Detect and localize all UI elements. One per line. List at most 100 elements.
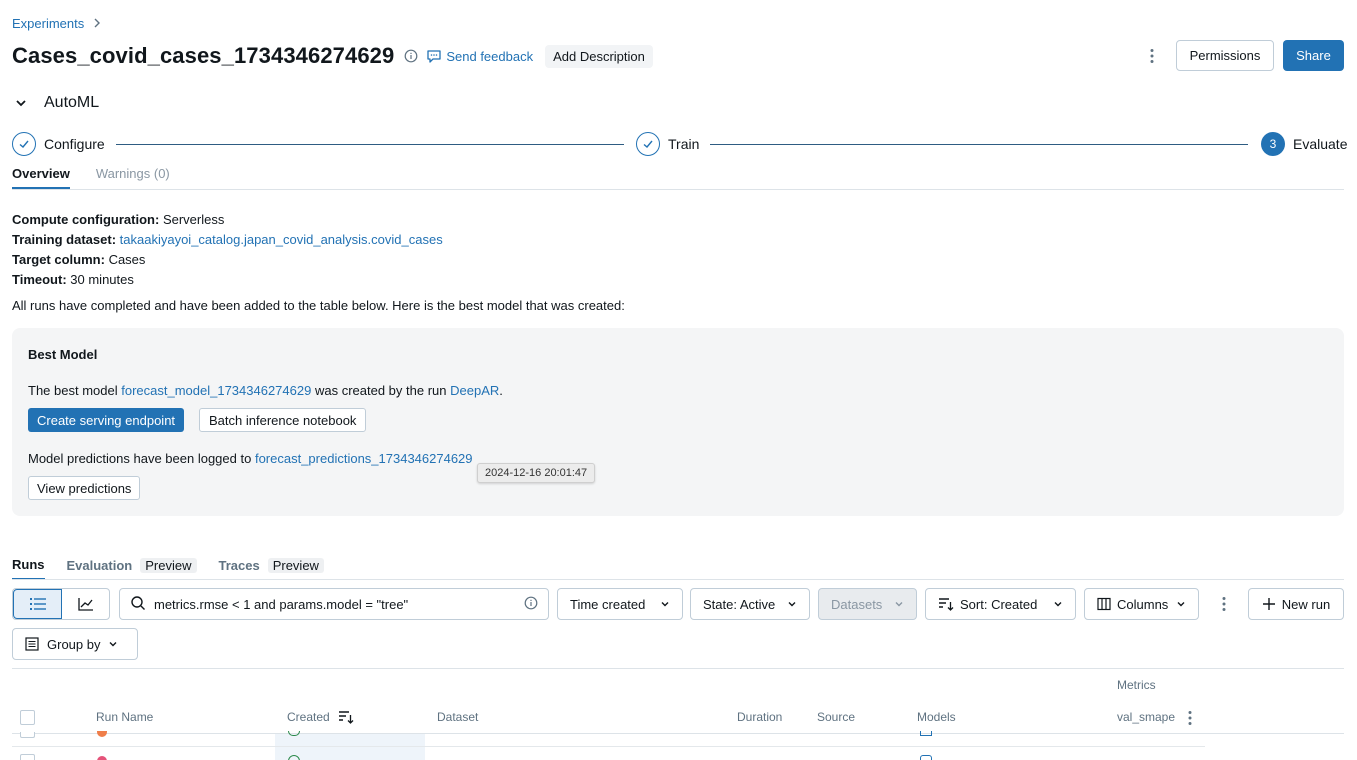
new-run-button[interactable]: New run [1248, 588, 1344, 620]
compute-label: Compute configuration: [12, 212, 160, 227]
permissions-button[interactable]: Permissions [1176, 40, 1274, 71]
metrics-group-header: Metrics [1117, 678, 1156, 692]
send-feedback-label: Send feedback [446, 48, 534, 64]
dataset-label: Training dataset: [12, 232, 117, 247]
state-label: State: Active [703, 596, 776, 612]
list-icon [25, 637, 39, 651]
created-label: Created [287, 710, 330, 724]
create-serving-endpoint-button[interactable]: Create serving endpoint [28, 408, 185, 432]
tab-runs-label: Runs [12, 557, 45, 572]
batch-inference-notebook-button[interactable]: Batch inference notebook [199, 408, 367, 432]
datasets-label: Datasets [831, 596, 883, 612]
datasets-dropdown[interactable]: Datasets [818, 588, 917, 620]
sort-descending-icon[interactable] [338, 710, 354, 724]
columns-dropdown[interactable]: Columns [1084, 588, 1199, 620]
column-header-created[interactable]: Created [287, 710, 354, 724]
compute-value: Serverless [162, 212, 225, 227]
group-by-label: Group by [47, 636, 101, 652]
more-options-icon[interactable] [1212, 592, 1236, 616]
state-dropdown[interactable]: State: Active [690, 588, 810, 620]
breadcrumb-experiments-link[interactable]: Experiments [12, 16, 84, 31]
run-color-dot [97, 756, 107, 760]
column-header-source[interactable]: Source [817, 710, 855, 724]
select-all-checkbox[interactable] [20, 710, 35, 725]
tab-warnings[interactable]: Warnings (0) [96, 166, 170, 189]
model-link[interactable]: forecast_model_1734346274629 [121, 383, 311, 398]
timestamp-tooltip: 2024-12-16 20:01:47 [477, 463, 596, 483]
time-created-dropdown[interactable]: Time created [557, 588, 683, 620]
search-icon [130, 595, 146, 614]
sort-dropdown[interactable]: Sort: Created [925, 588, 1076, 620]
chevron-down-icon [1054, 602, 1062, 607]
target-value: Cases [108, 252, 146, 267]
best-model-description: The best model forecast_model_1734346274… [28, 383, 503, 398]
predictions-link[interactable]: forecast_predictions_1734346274629 [255, 451, 473, 466]
column-header-models[interactable]: Models [917, 710, 956, 724]
column-header-duration[interactable]: Duration [737, 710, 782, 724]
timeout-value: 30 minutes [70, 272, 134, 287]
step-connector [710, 144, 1248, 145]
automl-section-toggle[interactable]: AutoML [14, 94, 99, 112]
table-row-border [12, 746, 1205, 747]
chevron-down-icon [788, 602, 796, 607]
group-by-dropdown[interactable]: Group by [12, 628, 138, 660]
chat-bubble-icon [427, 50, 441, 63]
more-options-icon[interactable] [1140, 44, 1164, 68]
predictions-prefix: Model predictions have been logged to [28, 451, 252, 466]
check-circle-icon [12, 132, 36, 156]
list-view-icon[interactable] [13, 589, 62, 619]
column-header-dataset[interactable]: Dataset [437, 710, 478, 724]
chevron-down-icon [895, 602, 903, 607]
predictions-description: Model predictions have been logged to fo… [28, 451, 473, 466]
row-checkbox[interactable] [20, 754, 35, 760]
table-header-border [12, 733, 1344, 734]
row-checkbox[interactable] [20, 732, 35, 738]
step-train-label: Train [668, 136, 700, 152]
send-feedback-link[interactable]: Send feedback [426, 48, 533, 64]
config-info: Compute configuration: Serverless Traini… [12, 210, 443, 290]
view-toggle [12, 588, 110, 620]
add-description-button[interactable]: Add Description [545, 44, 653, 68]
chevron-down-icon [109, 642, 117, 647]
runs-tabs: Runs Evaluation Preview Traces Preview [12, 557, 324, 580]
training-dataset-link[interactable]: takaakiyayoi_catalog.japan_covid_analysi… [120, 232, 443, 247]
new-run-label: New run [1281, 596, 1331, 612]
time-created-label: Time created [570, 596, 646, 612]
tab-evaluation[interactable]: Evaluation Preview [67, 557, 197, 580]
share-button[interactable]: Share [1283, 40, 1344, 71]
breadcrumb: Experiments [12, 16, 102, 31]
step-configure-label: Configure [44, 136, 105, 152]
model-icon [920, 731, 932, 736]
step-evaluate-label: Evaluate [1293, 136, 1348, 152]
plus-icon [1262, 598, 1275, 610]
divider [12, 189, 1344, 190]
overview-tabs: Overview Warnings (0) [12, 166, 170, 189]
tab-traces[interactable]: Traces Preview [219, 557, 324, 580]
timeout-label: Timeout: [12, 272, 67, 287]
column-header-val-smape[interactable]: val_smape [1117, 710, 1175, 724]
run-link[interactable]: DeepAR [450, 383, 499, 398]
column-header-run-name[interactable]: Run Name [96, 710, 153, 724]
more-options-icon[interactable] [1188, 710, 1192, 729]
tab-runs[interactable]: Runs [12, 557, 45, 580]
info-icon[interactable] [524, 596, 538, 613]
step-number-badge: 3 [1261, 132, 1285, 156]
info-icon[interactable] [404, 49, 418, 63]
tab-overview[interactable]: Overview [12, 166, 70, 189]
run-color-dot [97, 731, 107, 737]
search-input[interactable] [154, 596, 516, 612]
best-model-suffix: . [499, 383, 503, 398]
search-box [119, 588, 549, 620]
sort-content: Sort: Created [938, 597, 1037, 612]
best-model-title: Best Model [28, 347, 98, 362]
columns-label: Columns [1117, 596, 1169, 612]
chart-view-icon[interactable] [62, 589, 109, 619]
summary-text: All runs have completed and have been ad… [12, 298, 625, 313]
best-model-prefix: The best model [28, 383, 118, 398]
chevron-right-icon [92, 16, 102, 31]
chevron-down-icon [1177, 602, 1185, 607]
chevron-down-icon [14, 96, 28, 110]
table-top-border [12, 668, 1344, 669]
status-success-icon [288, 755, 300, 760]
view-predictions-button[interactable]: View predictions [28, 476, 141, 500]
